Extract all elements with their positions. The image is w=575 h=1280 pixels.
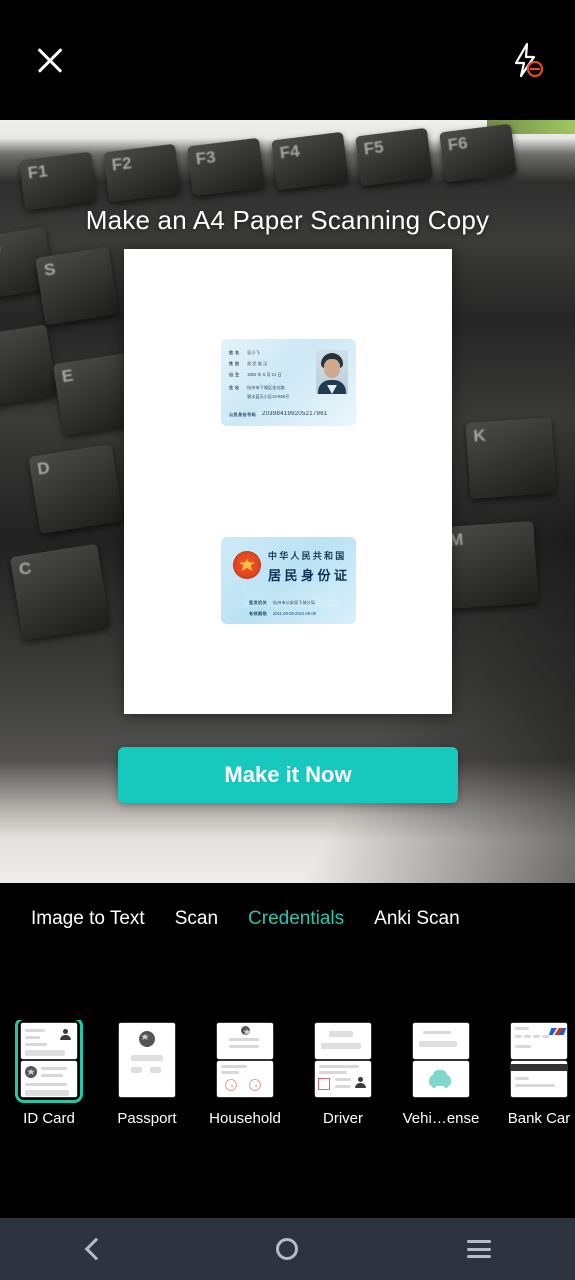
flash-off-icon[interactable] [503, 38, 547, 82]
credential-label: Vehi…ense [402, 1110, 480, 1127]
credential-type-bank-card[interactable]: Bank Car [490, 1020, 575, 1127]
credential-type-strip[interactable]: ID Card Passport Household Driver Vehi…e… [0, 1020, 575, 1150]
mode-tabs: Image to Text Scan Credentials Anki Scan [0, 895, 575, 943]
credential-label: Bank Car [507, 1110, 571, 1127]
thumb-card-back [21, 1061, 77, 1097]
id-card-doc-type: 居民身份证 [268, 568, 351, 583]
camera-scan-screen: F1 F2 F3 F4 F5 F6 @ S W E D C K M Make a… [0, 0, 575, 1280]
validity-value: 2011.09.08-2021.09.08 [273, 611, 316, 616]
tab-anki-scan[interactable]: Anki Scan [359, 908, 475, 930]
keycap: S [35, 246, 119, 326]
vehicle-license-thumbnail [410, 1020, 472, 1100]
validity-label: 有效期限 [249, 611, 267, 616]
credential-type-household[interactable]: Household [196, 1020, 294, 1127]
keycap: D [28, 443, 124, 535]
keycap: F4 [271, 131, 349, 191]
car-icon [429, 1070, 451, 1088]
make-it-now-label: Make it Now [224, 762, 352, 787]
tab-scan[interactable]: Scan [160, 908, 233, 930]
nav-recents-button[interactable] [439, 1218, 519, 1280]
id-number-label: 公民身份号码 [229, 412, 256, 417]
thumb-vehicle-back [413, 1061, 469, 1097]
id-field-value-address2: 碧水蓝天小区10-666号 [247, 394, 290, 399]
close-icon[interactable] [28, 38, 72, 82]
thumb-household-page [217, 1061, 273, 1097]
keycap: F6 [439, 123, 517, 183]
keycap: F5 [355, 127, 433, 187]
id-field-label-gender: 性 别 [229, 361, 240, 366]
id-field-value-gender: 男 民 族 汉 [247, 361, 268, 366]
tab-credentials[interactable]: Credentials [233, 908, 359, 930]
id-card-country: 中华人民共和国 [268, 551, 347, 561]
a4-sheet-preview: 姓 名 吴小飞 性 别 男 民 族 汉 出 生 1992 年 5 月 21 日 … [124, 249, 452, 714]
id-field-value-birth: 1992 年 5 月 21 日 [247, 372, 282, 377]
keycap: F3 [187, 137, 265, 197]
recents-icon [467, 1240, 492, 1258]
credential-label: Passport [117, 1110, 177, 1127]
id-field-value-address1: 杭州市下城区金对路 [247, 385, 285, 390]
make-it-now-button[interactable]: Make it Now [118, 747, 458, 803]
credential-type-passport[interactable]: Passport [98, 1020, 196, 1127]
thumb-card-front [21, 1023, 77, 1059]
id-field-label-address: 住 址 [229, 385, 240, 390]
thumb-driver-front [315, 1023, 371, 1059]
id-card-thumbnail [15, 1020, 83, 1103]
keycap: F1 [19, 151, 97, 211]
page-title: Make an A4 Paper Scanning Copy [85, 205, 490, 235]
nav-home-button[interactable] [247, 1218, 327, 1280]
thumb-bank-back [511, 1061, 567, 1097]
credential-type-id-card[interactable]: ID Card [0, 1020, 98, 1127]
passport-thumbnail [116, 1020, 178, 1100]
national-emblem-icon [233, 551, 261, 579]
thumb-bank-front [511, 1023, 567, 1059]
credential-type-vehicle-license[interactable]: Vehi…ense [392, 1020, 490, 1127]
thumb-household-cover [217, 1023, 273, 1059]
id-photo [316, 350, 348, 394]
android-navigation-bar [0, 1218, 575, 1280]
tab-image-to-text[interactable]: Image to Text [16, 908, 160, 930]
id-card-back: 中华人民共和国 居民身份证 签发机关 杭州市公安局下城分局 有效期限 2011.… [221, 537, 356, 624]
nav-back-button[interactable] [56, 1218, 136, 1280]
keycap: K [465, 417, 557, 499]
issuer-value: 杭州市公安局下城分局 [273, 600, 315, 605]
keycap: F2 [103, 143, 181, 203]
keycap: M [441, 520, 539, 610]
id-field-value-name: 吴小飞 [247, 350, 260, 355]
home-icon [276, 1238, 299, 1260]
keycap: C [9, 543, 111, 641]
top-bar [0, 0, 575, 120]
household-thumbnail [214, 1020, 276, 1100]
credential-label: Household [209, 1110, 281, 1127]
thumb-vehicle-front [413, 1023, 469, 1059]
credential-type-driver[interactable]: Driver [294, 1020, 392, 1127]
credential-label: ID Card [23, 1110, 75, 1127]
bank-logo-icon [548, 1028, 567, 1035]
credential-label: Driver [323, 1110, 363, 1127]
id-number-value: 203984199205217961 [262, 411, 328, 417]
issuer-label: 签发机关 [249, 600, 267, 605]
bank-card-thumbnail [508, 1020, 570, 1100]
back-icon [84, 1237, 108, 1261]
id-field-label-birth: 出 生 [229, 372, 240, 377]
id-field-label-name: 姓 名 [229, 350, 240, 355]
driver-thumbnail [312, 1020, 374, 1100]
thumb-driver-back [315, 1061, 371, 1097]
thumb-passport-page [119, 1023, 175, 1097]
id-card-front: 姓 名 吴小飞 性 别 男 民 族 汉 出 生 1992 年 5 月 21 日 … [221, 339, 356, 426]
